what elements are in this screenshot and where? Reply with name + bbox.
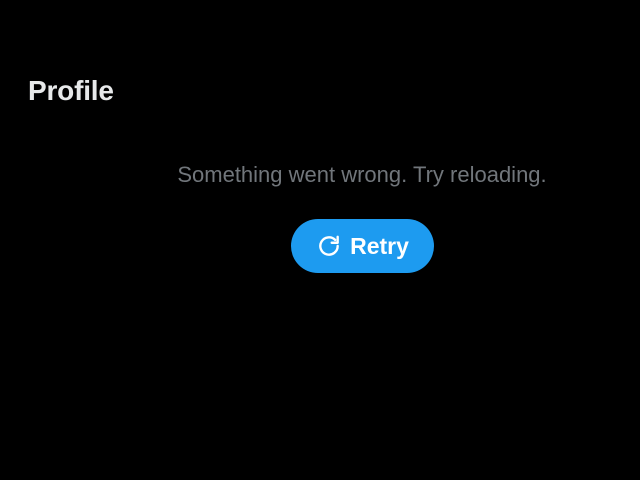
error-message: Something went wrong. Try reloading. [177,162,547,187]
refresh-icon [316,233,342,259]
retry-label: Retry [350,233,409,259]
profile-page: Profile Something went wrong. Try reload… [0,0,640,480]
page-title: Profile [28,75,114,106]
retry-button[interactable]: Retry [291,219,434,273]
